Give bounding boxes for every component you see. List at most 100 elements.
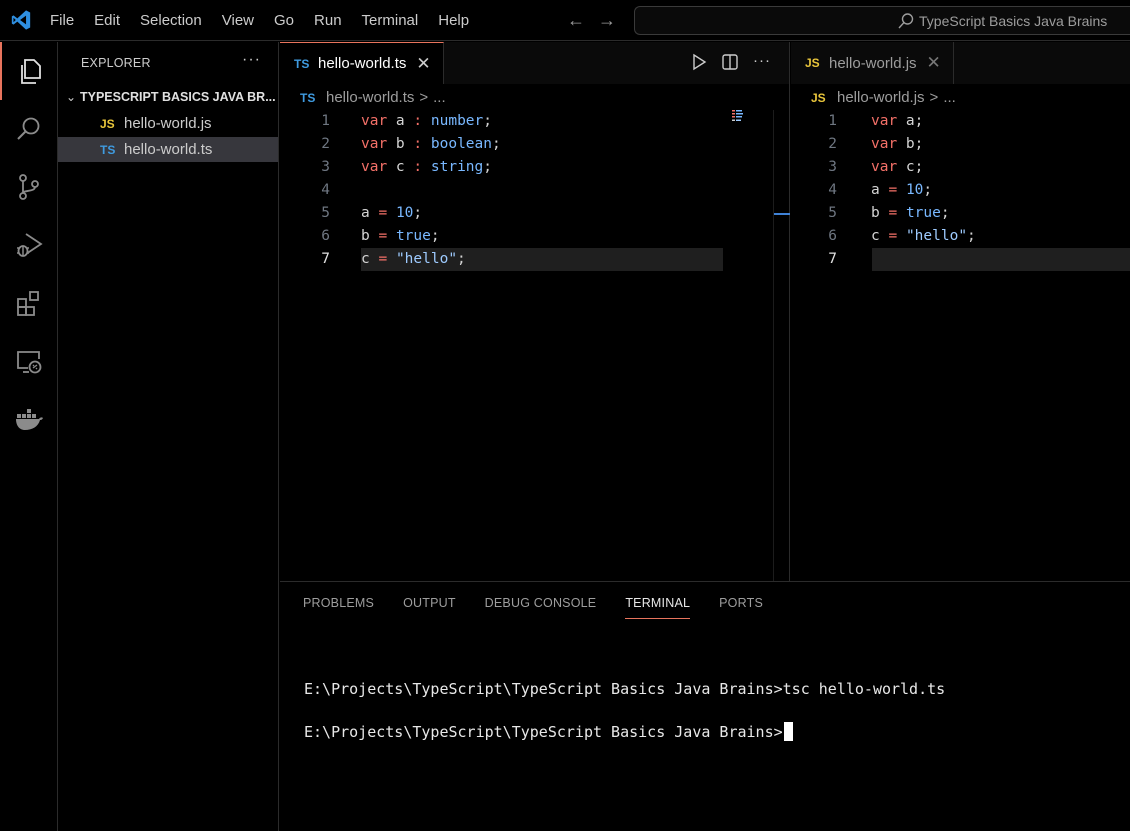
menu-file[interactable]: File [40,0,84,41]
file-item-hello-world-js[interactable]: JS hello-world.js [58,111,278,136]
ts-file-icon: TS [300,90,316,105]
code-token: = [888,182,898,198]
close-icon[interactable]: ✕ [927,53,941,73]
code-token: ; [413,205,423,221]
code-token: var [871,136,898,152]
run-icon[interactable] [691,53,707,71]
code-line[interactable]: 3 var c : string; [280,156,789,179]
explorer-sidebar: EXPLORER ··· ⌄ TYPESCRIPT BASICS JAVA BR… [58,42,279,831]
code-token: c [871,228,889,244]
menu-edit[interactable]: Edit [84,0,130,41]
breadcrumb-more[interactable]: ... [943,89,956,106]
menu-terminal[interactable]: Terminal [352,0,429,41]
code-token: a [387,113,414,129]
tab-label: hello-world.js [829,54,917,72]
line-text: c = "hello"; [361,248,466,271]
menu-bar: File Edit Selection View Go Run Terminal… [40,0,479,41]
code-token: c [361,251,379,267]
source-control-activity[interactable] [0,158,58,216]
close-icon[interactable]: ✕ [416,54,430,74]
minimap[interactable] [732,110,746,122]
code-token: var [361,113,388,129]
breadcrumb-more[interactable]: ... [433,89,446,106]
tab-hello-world-js[interactable]: JS hello-world.js ✕ [791,42,954,84]
menu-go[interactable]: Go [264,0,304,41]
menu-help[interactable]: Help [428,0,479,41]
split-editor-icon[interactable] [721,53,739,71]
code-token: 10 [395,205,414,221]
code-token: var [871,159,898,175]
code-line[interactable]: 2 var b : boolean; [280,133,789,156]
breadcrumb-file[interactable]: hello-world.ts [326,89,414,106]
search-activity[interactable] [0,100,58,158]
editor-group-left: TS hello-world.ts ✕ ··· TS hello-world.t… [280,42,790,581]
code-line[interactable]: 4 a = 10; [791,179,1130,202]
code-token: var [361,159,388,175]
file-item-hello-world-ts[interactable]: TS hello-world.ts [58,137,278,162]
code-line[interactable]: 1 var a : number; [280,110,789,133]
tab-problems[interactable]: PROBLEMS [303,596,374,619]
menu-view[interactable]: View [212,0,264,41]
remote-explorer-activity[interactable] [0,332,58,390]
code-line[interactable]: 6 c = "hello"; [791,225,1130,248]
command-center-search[interactable]: TypeScript Basics Java Brains [634,6,1130,35]
code-line[interactable]: 7 [791,248,1130,271]
extensions-activity[interactable] [0,274,58,332]
ts-file-icon: TS [294,56,310,71]
forward-arrow-icon[interactable]: → [598,10,616,30]
bottom-panel: PROBLEMS OUTPUT DEBUG CONSOLE TERMINAL P… [280,581,1130,831]
code-line[interactable]: 5 b = true; [791,202,1130,225]
file-name: hello-world.ts [124,141,213,158]
line-text: var b : boolean; [361,133,501,156]
code-token: ; [483,159,492,175]
terminal-prompt-line[interactable]: E:\Projects\TypeScript\TypeScript Basics… [304,722,793,741]
workspace-folder[interactable]: ⌄ TYPESCRIPT BASICS JAVA BR... [58,86,278,108]
menu-run[interactable]: Run [304,0,352,41]
code-token: : [413,113,423,129]
tab-terminal[interactable]: TERMINAL [625,596,691,619]
code-editor[interactable]: 1 var a; 2 var b; 3 var c; 4 a = 10; 5 b = true; 6… [791,110,1130,271]
code-line[interactable]: 5 a = 10; [280,202,789,225]
search-text: TypeScript Basics Java Brains [919,13,1108,29]
code-token: ; [967,228,976,244]
menu-selection[interactable]: Selection [130,0,212,41]
code-token: ; [457,251,466,267]
search-icon [17,117,40,140]
line-number: 2 [828,136,837,152]
docker-activity[interactable] [0,390,58,448]
line-number: 7 [321,251,330,267]
code-token: = [378,228,388,244]
scrollbar[interactable] [773,110,774,581]
tab-output[interactable]: OUTPUT [403,596,456,619]
code-line[interactable]: 7 c = "hello"; [280,248,789,271]
line-text: var c : string; [361,156,492,179]
code-token: = [378,251,388,267]
code-line[interactable]: 1 var a; [791,110,1130,133]
code-line[interactable]: 4 [280,179,789,202]
back-arrow-icon[interactable]: ← [567,10,585,30]
breadcrumb-separator: > [419,89,429,106]
explorer-activity[interactable] [0,42,58,100]
code-line[interactable]: 6 b = true; [280,225,789,248]
code-editor[interactable]: 1 var a : number; 2 var b : boolean; 3 var c … [280,110,789,271]
code-line[interactable]: 2 var b; [791,133,1130,156]
more-actions-icon[interactable]: ··· [753,53,771,71]
run-debug-activity[interactable] [0,216,58,274]
code-token: var [871,113,898,129]
breadcrumb: TS hello-world.ts > ... [300,89,446,106]
more-actions-icon[interactable]: ··· [242,51,261,69]
line-number: 6 [321,228,330,244]
tab-debug-console[interactable]: DEBUG CONSOLE [485,596,597,619]
code-line[interactable]: 3 var c; [791,156,1130,179]
tab-hello-world-ts[interactable]: TS hello-world.ts ✕ [280,42,444,84]
terminal-prompt: E:\Projects\TypeScript\TypeScript Basics… [304,723,783,741]
code-token: true [905,205,941,221]
breadcrumb-file[interactable]: hello-world.js [837,89,925,106]
tab-ports[interactable]: PORTS [719,596,763,619]
line-number: 3 [321,159,330,175]
line-number: 4 [321,182,330,198]
